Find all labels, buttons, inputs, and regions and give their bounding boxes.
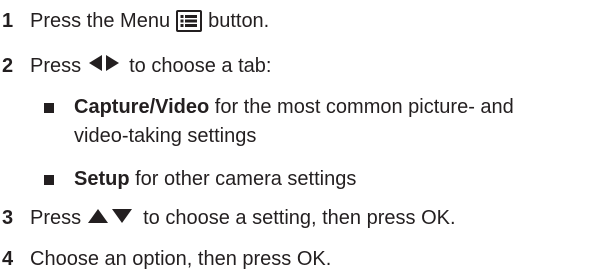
step-3: 3 Press to choose a setting, then press … [0,203,456,233]
bullet-text: for the most common picture- and [209,96,514,118]
step-number: 4 [2,248,14,270]
instruction-list: 1 Press the Menu button. 2 Press to choo… [0,0,589,276]
step-text: Press [30,207,82,229]
bullet-square [44,175,54,185]
step-text: Press the Menu [30,10,171,32]
step-text: to choose a tab: [129,55,272,77]
bullet-text: for other camera settings [129,168,357,190]
step-2: 2 Press to choose a tab: [0,51,271,81]
step-number: 2 [2,55,14,77]
step-text: button. [208,10,270,32]
bullet-square [44,103,54,113]
step-1: 1 Press the Menu button. [0,6,269,36]
left-right-arrows-icon [87,51,121,81]
step-number: 1 [2,10,14,32]
bullet-setup: Setup for other camera settings [44,165,356,194]
bullet-text: video-taking settings [74,125,257,147]
step-text: Press [30,55,82,77]
bullet-capture-video: Capture/Video for the most common pictur… [44,93,514,151]
step-text: Choose an option, then press OK. [30,248,332,270]
bullet-term: Setup [74,168,130,190]
step-number: 3 [2,207,14,229]
menu-list-icon [176,10,203,32]
up-down-arrows-icon [87,203,135,233]
step-4: 4 Choose an option, then press OK. [0,244,331,274]
bullet-term: Capture/Video [74,96,210,118]
step-text: to choose a setting, then press OK. [143,207,456,229]
